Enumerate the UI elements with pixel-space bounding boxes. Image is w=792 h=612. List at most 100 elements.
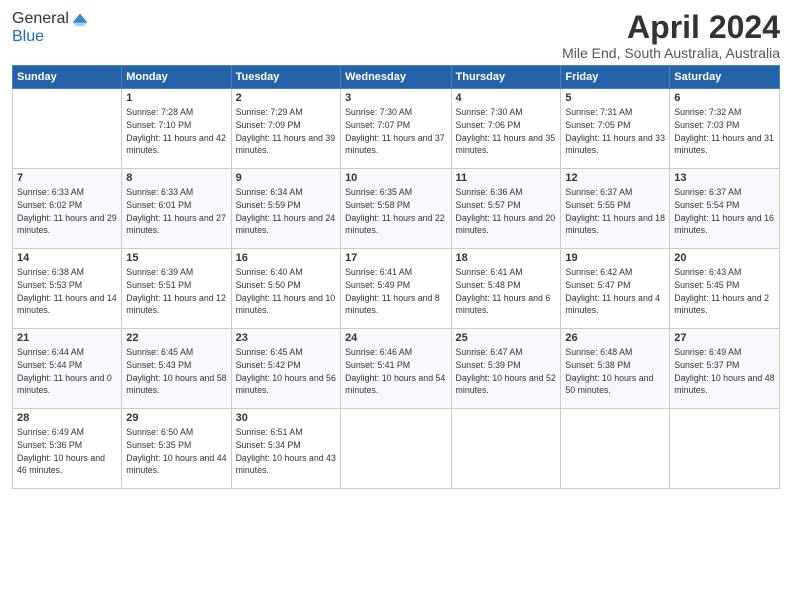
day-detail: Sunrise: 6:44 AMSunset: 5:44 PMDaylight:…	[17, 346, 117, 397]
logo-general: General	[12, 10, 69, 28]
day-number: 15	[126, 252, 226, 264]
day-detail: Sunrise: 6:40 AMSunset: 5:50 PMDaylight:…	[236, 266, 336, 317]
header: General Blue April 2024 Mile End, South …	[12, 10, 780, 61]
day-number: 8	[126, 172, 226, 184]
calendar-cell: 29 Sunrise: 6:50 AMSunset: 5:35 PMDayligh…	[122, 409, 231, 489]
title-block: April 2024 Mile End, South Australia, Au…	[562, 10, 780, 61]
day-detail: Sunrise: 6:39 AMSunset: 5:51 PMDaylight:…	[126, 266, 226, 317]
day-detail: Sunrise: 6:43 AMSunset: 5:45 PMDaylight:…	[674, 266, 775, 317]
calendar-cell: 12Sunrise: 6:37 AMSunset: 5:55 PMDayligh…	[561, 169, 670, 249]
day-number: 7	[17, 172, 117, 184]
weekday-header: Sunday	[13, 66, 122, 89]
day-detail: Sunrise: 7:30 AMSunset: 7:07 PMDaylight:…	[345, 106, 446, 157]
weekday-header: Tuesday	[231, 66, 340, 89]
calendar-cell: 8 Sunrise: 6:33 AMSunset: 6:01 PMDaylight…	[122, 169, 231, 249]
calendar-cell: 22 Sunrise: 6:45 AMSunset: 5:43 PMDayligh…	[122, 329, 231, 409]
day-number: 6	[674, 92, 775, 104]
day-detail: Sunrise: 6:49 AMSunset: 5:36 PMDaylight:…	[17, 426, 117, 477]
calendar-cell: 3Sunrise: 7:30 AMSunset: 7:07 PMDaylight…	[341, 89, 451, 169]
day-number: 5	[565, 92, 665, 104]
day-number: 19	[565, 252, 665, 264]
day-number: 18	[456, 252, 557, 264]
calendar-cell: 4 Sunrise: 7:30 AMSunset: 7:06 PMDaylight…	[451, 89, 561, 169]
day-detail: Sunrise: 6:51 AMSunset: 5:34 PMDaylight:…	[236, 426, 336, 477]
day-detail: Sunrise: 6:48 AMSunset: 5:38 PMDaylight:…	[565, 346, 665, 397]
day-number: 11	[456, 172, 557, 184]
calendar-header-row: SundayMondayTuesdayWednesdayThursdayFrid…	[13, 66, 780, 89]
day-number: 4	[456, 92, 557, 104]
weekday-header: Friday	[561, 66, 670, 89]
day-detail: Sunrise: 6:37 AMSunset: 5:54 PMDaylight:…	[674, 186, 775, 237]
calendar-cell: 25 Sunrise: 6:47 AMSunset: 5:39 PMDayligh…	[451, 329, 561, 409]
weekday-header: Saturday	[670, 66, 780, 89]
day-number: 17	[345, 252, 446, 264]
day-number: 26	[565, 332, 665, 344]
calendar-cell: 10 Sunrise: 6:35 AMSunset: 5:58 PMDayligh…	[341, 169, 451, 249]
day-number: 1	[126, 92, 226, 104]
calendar-table: SundayMondayTuesdayWednesdayThursdayFrid…	[12, 65, 780, 489]
day-number: 20	[674, 252, 775, 264]
day-number: 27	[674, 332, 775, 344]
day-number: 22	[126, 332, 226, 344]
day-detail: Sunrise: 6:41 AMSunset: 5:48 PMDaylight:…	[456, 266, 557, 317]
calendar-week-row: 28Sunrise: 6:49 AMSunset: 5:36 PMDayligh…	[13, 409, 780, 489]
day-detail: Sunrise: 6:36 AMSunset: 5:57 PMDaylight:…	[456, 186, 557, 237]
day-detail: Sunrise: 6:47 AMSunset: 5:39 PMDaylight:…	[456, 346, 557, 397]
day-detail: Sunrise: 6:45 AMSunset: 5:42 PMDaylight:…	[236, 346, 336, 397]
day-number: 12	[565, 172, 665, 184]
day-detail: Sunrise: 7:29 AMSunset: 7:09 PMDaylight:…	[236, 106, 336, 157]
day-detail: Sunrise: 6:46 AMSunset: 5:41 PMDaylight:…	[345, 346, 446, 397]
day-detail: Sunrise: 6:33 AMSunset: 6:01 PMDaylight:…	[126, 186, 226, 237]
weekday-header: Wednesday	[341, 66, 451, 89]
calendar-cell: 6 Sunrise: 7:32 AMSunset: 7:03 PMDaylight…	[670, 89, 780, 169]
calendar-cell: 24 Sunrise: 6:46 AMSunset: 5:41 PMDayligh…	[341, 329, 451, 409]
calendar-week-row: 1 Sunrise: 7:28 AMSunset: 7:10 PMDaylight…	[13, 89, 780, 169]
page-container: General Blue April 2024 Mile End, South …	[0, 0, 792, 495]
calendar-cell: 16Sunrise: 6:40 AMSunset: 5:50 PMDayligh…	[231, 249, 340, 329]
calendar-cell: 5Sunrise: 7:31 AMSunset: 7:05 PMDaylight…	[561, 89, 670, 169]
calendar-cell: 23 Sunrise: 6:45 AMSunset: 5:42 PMDayligh…	[231, 329, 340, 409]
calendar-cell: 11 Sunrise: 6:36 AMSunset: 5:57 PMDayligh…	[451, 169, 561, 249]
day-detail: Sunrise: 6:49 AMSunset: 5:37 PMDaylight:…	[674, 346, 775, 397]
day-detail: Sunrise: 6:50 AMSunset: 5:35 PMDaylight:…	[126, 426, 226, 477]
calendar-cell: 17Sunrise: 6:41 AMSunset: 5:49 PMDayligh…	[341, 249, 451, 329]
day-number: 9	[236, 172, 336, 184]
day-number: 14	[17, 252, 117, 264]
location-title: Mile End, South Australia, Australia	[562, 45, 780, 61]
day-detail: Sunrise: 6:35 AMSunset: 5:58 PMDaylight:…	[345, 186, 446, 237]
day-number: 21	[17, 332, 117, 344]
calendar-cell	[341, 409, 451, 489]
day-detail: Sunrise: 6:34 AMSunset: 5:59 PMDaylight:…	[236, 186, 336, 237]
calendar-cell	[670, 409, 780, 489]
calendar-cell: 7 Sunrise: 6:33 AMSunset: 6:02 PMDaylight…	[13, 169, 122, 249]
logo: General Blue	[12, 10, 89, 46]
calendar-cell: 2 Sunrise: 7:29 AMSunset: 7:09 PMDaylight…	[231, 89, 340, 169]
calendar-cell: 13 Sunrise: 6:37 AMSunset: 5:54 PMDayligh…	[670, 169, 780, 249]
day-number: 23	[236, 332, 336, 344]
logo-icon	[71, 10, 89, 28]
day-detail: Sunrise: 6:42 AMSunset: 5:47 PMDaylight:…	[565, 266, 665, 317]
weekday-header: Monday	[122, 66, 231, 89]
day-detail: Sunrise: 6:33 AMSunset: 6:02 PMDaylight:…	[17, 186, 117, 237]
day-number: 13	[674, 172, 775, 184]
calendar-cell: 27 Sunrise: 6:49 AMSunset: 5:37 PMDayligh…	[670, 329, 780, 409]
day-detail: Sunrise: 7:28 AMSunset: 7:10 PMDaylight:…	[126, 106, 226, 157]
day-detail: Sunrise: 6:45 AMSunset: 5:43 PMDaylight:…	[126, 346, 226, 397]
calendar-cell: 19 Sunrise: 6:42 AMSunset: 5:47 PMDayligh…	[561, 249, 670, 329]
day-detail: Sunrise: 7:30 AMSunset: 7:06 PMDaylight:…	[456, 106, 557, 157]
calendar-cell: 9 Sunrise: 6:34 AMSunset: 5:59 PMDaylight…	[231, 169, 340, 249]
day-number: 25	[456, 332, 557, 344]
calendar-cell: 15 Sunrise: 6:39 AMSunset: 5:51 PMDayligh…	[122, 249, 231, 329]
logo-blue: Blue	[12, 28, 89, 46]
calendar-cell	[13, 89, 122, 169]
calendar-week-row: 14Sunrise: 6:38 AMSunset: 5:53 PMDayligh…	[13, 249, 780, 329]
calendar-cell	[561, 409, 670, 489]
calendar-cell	[451, 409, 561, 489]
day-number: 10	[345, 172, 446, 184]
day-detail: Sunrise: 7:32 AMSunset: 7:03 PMDaylight:…	[674, 106, 775, 157]
month-title: April 2024	[562, 10, 780, 45]
day-number: 24	[345, 332, 446, 344]
day-number: 2	[236, 92, 336, 104]
day-number: 29	[126, 412, 226, 424]
calendar-cell: 20 Sunrise: 6:43 AMSunset: 5:45 PMDayligh…	[670, 249, 780, 329]
